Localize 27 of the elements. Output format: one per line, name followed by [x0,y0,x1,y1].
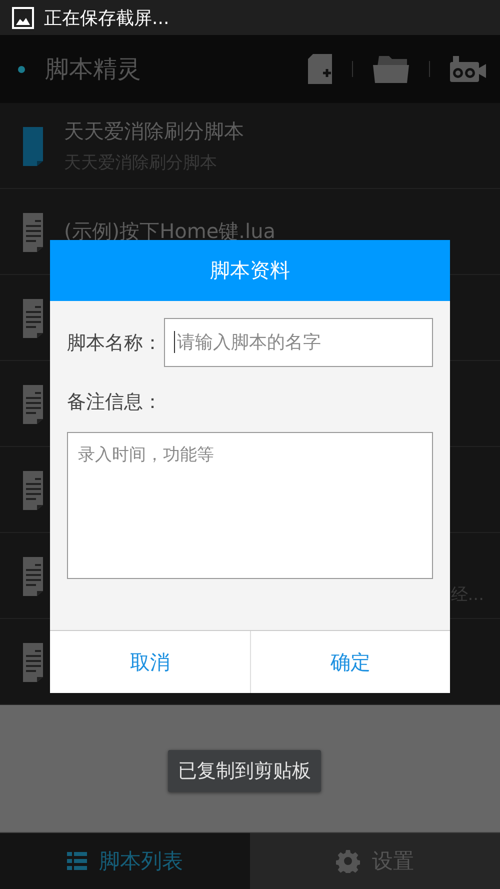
tab-label: 脚本列表 [99,848,183,875]
settings-icon [336,849,360,873]
document-icon [20,554,46,596]
document-icon [20,210,46,252]
image-icon [12,6,34,28]
field-label: 备注信息： [67,390,163,415]
document-icon [20,382,46,424]
app-title: 脚本精灵 [45,54,142,85]
list-icon [67,851,87,871]
name-input[interactable]: 请输入脚本的名字 [164,318,433,367]
status-dot-icon [18,66,25,72]
script-title: 天天爱消除刷分脚本 [64,118,245,144]
toast-message: 已复制到剪贴板 [168,750,321,792]
dialog-title: 脚本资料 [50,240,450,301]
document-icon [20,296,46,338]
dialog-button[interactable]: 确定 [250,631,450,693]
video-camera-icon[interactable] [450,56,486,82]
text-cursor [174,331,175,353]
field-label: 脚本名称： [67,330,162,356]
notes-input[interactable]: 录入时间，功能等 [67,432,433,579]
page-icon [20,124,46,166]
folder-icon[interactable] [373,56,409,82]
dialog-button[interactable]: 取消 [50,631,250,693]
document-icon [20,640,46,682]
notification-text: 正在保存截屏... [44,6,170,30]
new-file-icon[interactable] [308,54,332,84]
document-icon [20,468,46,510]
